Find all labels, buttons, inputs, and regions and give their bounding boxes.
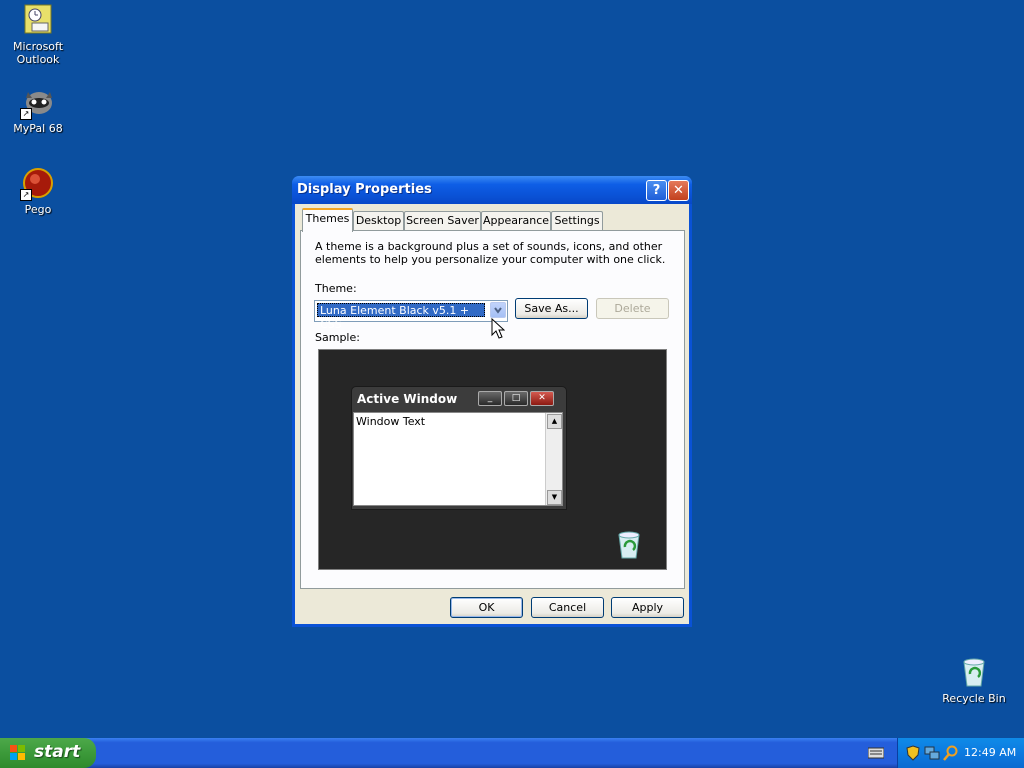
desktop-icon-outlook[interactable]: Microsoft Outlook — [0, 4, 76, 66]
sample-scrollbar: ▲ ▼ — [545, 413, 562, 505]
shortcut-arrow-icon: ↗ — [20, 108, 32, 120]
desktop-icon-label: MyPal 68 — [13, 122, 63, 135]
close-icon: ✕ — [673, 183, 684, 198]
recycle-bin-icon — [958, 656, 990, 688]
delete-button: Delete — [596, 298, 669, 319]
sample-active-window: Active Window _ □ ✕ Window Text ▲ ▼ — [351, 386, 567, 510]
tab-label: Themes — [305, 212, 350, 225]
desktop-icon-label: Pego — [24, 203, 52, 216]
desktop-icon-mypal[interactable]: ↗ MyPal 68 — [0, 86, 76, 135]
tab-appearance[interactable]: Appearance — [481, 211, 551, 230]
help-icon: ? — [652, 183, 661, 198]
tab-desktop[interactable]: Desktop — [353, 211, 404, 230]
themes-description: A theme is a background plus a set of so… — [315, 240, 666, 266]
theme-sample-preview: Active Window _ □ ✕ Window Text ▲ ▼ — [318, 349, 667, 570]
pego-icon: ↗ — [20, 167, 54, 201]
sample-window-body: Window Text ▲ ▼ — [353, 412, 563, 506]
system-tray: 12:49 AM — [897, 738, 1024, 768]
close-button[interactable]: ✕ — [668, 180, 689, 201]
theme-dropdown[interactable]: Luna Element Black v5.1 + CSS — [314, 300, 508, 331]
scroll-down-icon: ▼ — [547, 490, 562, 505]
sample-window-title: Active Window — [357, 392, 458, 406]
desktop-icon-label: Microsoft Outlook — [12, 40, 64, 66]
desktop-icon-pego[interactable]: ↗ Pego — [0, 167, 76, 216]
tab-label: Screen Saver — [406, 214, 479, 227]
ok-button[interactable]: OK — [450, 597, 523, 618]
windows-logo-icon — [10, 745, 26, 761]
save-as-button[interactable]: Save As... — [515, 298, 588, 319]
sample-window-text: Window Text — [356, 415, 426, 428]
tab-label: Desktop — [355, 214, 402, 227]
dialog-titlebar[interactable]: Display Properties ? ✕ — [292, 176, 692, 204]
shortcut-arrow-icon: ↗ — [20, 189, 32, 201]
scroll-up-icon: ▲ — [547, 414, 562, 429]
start-button[interactable]: start — [0, 738, 96, 768]
help-button[interactable]: ? — [646, 180, 667, 201]
tab-themes[interactable]: Themes — [302, 208, 353, 232]
sample-label: Sample: — [315, 331, 360, 344]
desktop-icon-label: Recycle Bin — [942, 692, 1006, 705]
outlook-icon — [22, 4, 54, 36]
minimize-icon: _ — [478, 391, 502, 406]
cancel-button[interactable]: Cancel — [531, 597, 604, 618]
start-label: start — [34, 742, 81, 762]
tab-label: Appearance — [482, 214, 550, 227]
chevron-down-icon[interactable] — [490, 302, 506, 318]
dialog-title: Display Properties — [297, 182, 432, 197]
tab-settings[interactable]: Settings — [551, 211, 603, 230]
taskbar: start 12:49 AM — [0, 738, 1024, 768]
network-icon[interactable] — [924, 745, 940, 764]
theme-dropdown-value: Luna Element Black v5.1 + CSS — [317, 303, 485, 331]
tab-label: Settings — [554, 214, 600, 227]
apply-button[interactable]: Apply — [611, 597, 684, 618]
tab-screen-saver[interactable]: Screen Saver — [404, 211, 481, 230]
maximize-icon: □ — [504, 391, 528, 406]
keyboard-icon[interactable] — [867, 747, 885, 762]
mypal-icon: ↗ — [20, 86, 54, 120]
desktop-icon-recycle-bin[interactable]: Recycle Bin — [936, 656, 1012, 705]
mouse-cursor-icon — [491, 317, 506, 343]
theme-label: Theme: — [315, 282, 357, 295]
clock[interactable]: 12:49 AM — [964, 746, 1016, 759]
security-shield-icon[interactable] — [906, 745, 920, 764]
search-icon[interactable] — [943, 745, 959, 764]
sample-recycle-bin-icon — [615, 530, 643, 563]
close-icon: ✕ — [530, 391, 554, 406]
